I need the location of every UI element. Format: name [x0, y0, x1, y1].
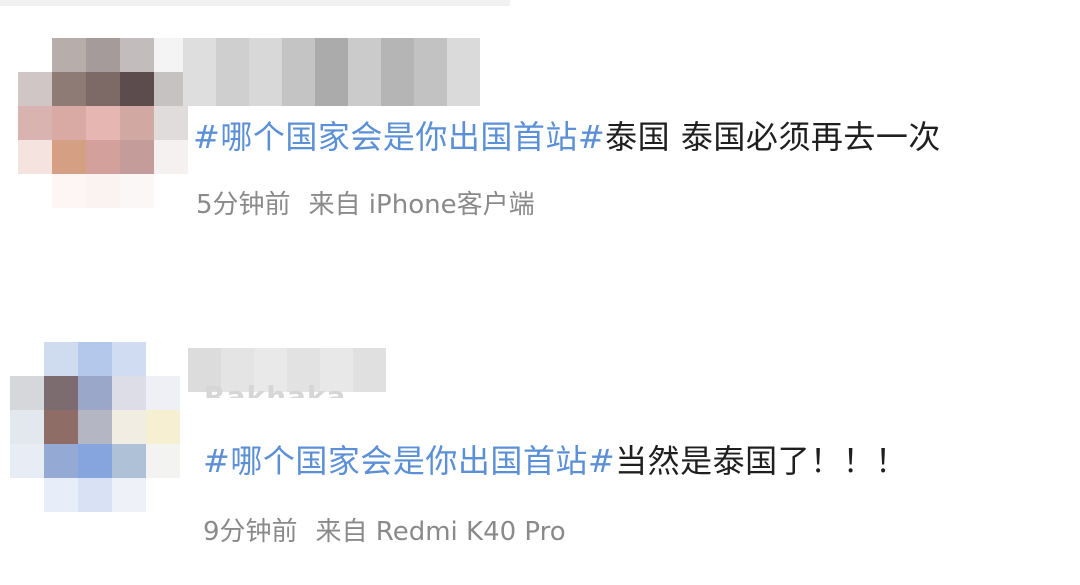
avatar[interactable] — [10, 342, 180, 512]
username-partial-text: Rakhaka — [204, 380, 347, 398]
comment-meta: 5分钟前 来自 iPhone客户端 — [196, 188, 535, 222]
comment-item: #哪个国家会是你出国首站#泰国 泰国必须再去一次 5分钟前 来自 iPhone客户… — [0, 38, 1080, 228]
timestamp: 5分钟前 — [196, 190, 291, 220]
avatar[interactable] — [18, 38, 188, 208]
comment-text: #哪个国家会是你出国首站#泰国 泰国必须再去一次 — [193, 117, 941, 157]
comment-body: 当然是泰国了！！！ — [615, 442, 908, 480]
previous-item-edge — [0, 0, 510, 6]
source-label: 来自 iPhone客户端 — [308, 190, 535, 220]
hashtag-link[interactable]: #哪个国家会是你出国首站# — [193, 118, 605, 156]
comment-text: #哪个国家会是你出国首站#当然是泰国了！！！ — [203, 441, 908, 481]
comment-body: 泰国 泰国必须再去一次 — [605, 118, 941, 156]
timestamp: 9分钟前 — [203, 517, 298, 547]
comment-item: #哪个国家会是你出国首站#当然是泰国了！！！ 9分钟前 来自 Redmi K40 … — [0, 342, 1080, 562]
hashtag-link[interactable]: #哪个国家会是你出国首站# — [203, 442, 615, 480]
username-blurred[interactable] — [183, 38, 480, 106]
source-label: 来自 Redmi K40 Pro — [315, 517, 566, 547]
comment-meta: 9分钟前 来自 Redmi K40 Pro — [203, 515, 566, 549]
